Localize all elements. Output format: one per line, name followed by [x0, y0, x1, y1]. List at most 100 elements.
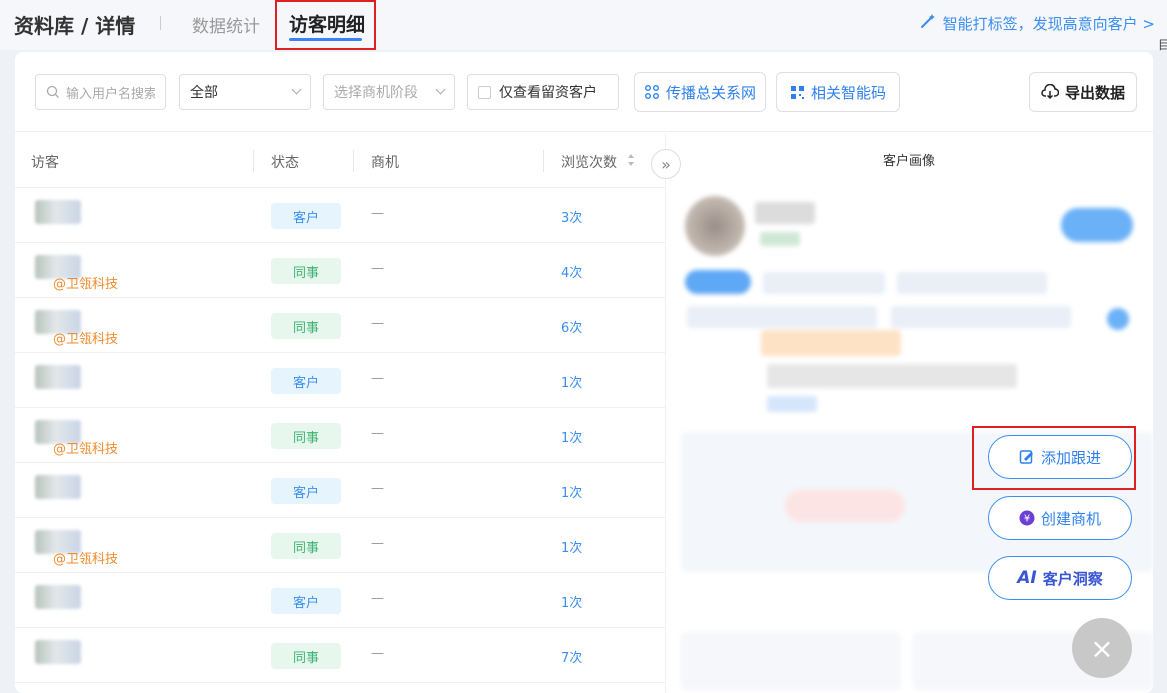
opportunity-value: —: [371, 536, 384, 551]
add-followup-label: 添加跟进: [1040, 448, 1101, 467]
views-count[interactable]: 1次: [561, 372, 582, 391]
smart-code-button[interactable]: 相关智能码: [776, 72, 900, 112]
views-count[interactable]: 1次: [561, 592, 582, 611]
table-row[interactable]: @卫瓴科技 同事 — 6次: [15, 298, 665, 353]
leads-only-checkbox[interactable]: 仅查看留资客户: [467, 74, 619, 110]
opportunity-value: —: [371, 481, 384, 496]
status-badge: 同事: [271, 313, 341, 339]
search-icon: [46, 85, 60, 99]
relation-network-button[interactable]: 传播总关系网: [634, 72, 766, 112]
stage-placeholder: 选择商机阶段: [334, 85, 418, 101]
tab-data-stats[interactable]: 数据统计: [192, 12, 260, 37]
status-badge: 同事: [271, 643, 341, 669]
tag-chip-blur: [891, 306, 1071, 328]
export-data-button[interactable]: 导出数据: [1029, 72, 1137, 112]
column-divider: [353, 150, 354, 172]
checkbox-label: 仅查看留资客户: [499, 85, 597, 101]
highlight-box-tab: [275, 0, 376, 50]
table-row[interactable]: 客户 — 1次: [15, 573, 665, 628]
table-header: 访客 状态 商机 浏览次数: [15, 134, 665, 188]
column-header-opportunity: 商机: [371, 155, 399, 171]
table-row[interactable]: @卫瓴科技 同事 — 4次: [15, 243, 665, 298]
visitor-company: @卫瓴科技: [53, 332, 119, 347]
expand-panel-button[interactable]: »: [651, 149, 681, 179]
opportunity-value: —: [371, 261, 384, 276]
status-badge: 同事: [271, 533, 341, 559]
opportunity-value: —: [371, 646, 384, 661]
tag-chip-blur: [763, 272, 885, 294]
visitor-company: @卫瓴科技: [53, 277, 119, 292]
main-card: 输入用户名搜索 全部 选择商机阶段 仅查看留资客户 传播总关系网 相关智能码 导…: [15, 52, 1153, 693]
visitor-avatar: [35, 640, 81, 664]
chevron-down-icon: [435, 84, 446, 95]
add-link-blur: [767, 396, 817, 412]
tag-chip-blur: [687, 306, 877, 328]
tag-chip-blur: [897, 272, 1047, 294]
edge-glyph: 目: [1158, 38, 1167, 52]
stage-select[interactable]: 选择商机阶段: [323, 74, 455, 110]
create-opportunity-button[interactable]: ¥ 创建商机: [988, 496, 1132, 540]
views-count[interactable]: 1次: [561, 537, 582, 556]
divider: [160, 16, 161, 30]
status-badge: 同事: [271, 258, 341, 284]
checkbox-box[interactable]: [478, 85, 491, 99]
qr-code-icon: [790, 85, 805, 100]
profile-tag-blur: [760, 232, 800, 246]
opportunity-value: —: [371, 591, 384, 606]
add-followup-button[interactable]: 添加跟进: [988, 435, 1132, 479]
column-header-status: 状态: [271, 155, 299, 171]
promo-text: 智能打标签，发现高意向客户 >: [942, 14, 1155, 33]
type-select[interactable]: 全部: [179, 74, 311, 110]
search-input[interactable]: 输入用户名搜索: [35, 74, 166, 110]
status-badge: 客户: [271, 368, 341, 394]
column-header-visitor: 访客: [31, 155, 59, 171]
top-bar: 资料库 / 详情 数据统计 访客明细 智能打标签，发现高意向客户 > 目: [0, 0, 1167, 52]
visitor-table: 访客 状态 商机 浏览次数 客户 — 3次 @卫瓴科技 同事 — 4次 @卫瓴科…: [15, 134, 665, 683]
column-header-views[interactable]: 浏览次数: [561, 152, 617, 172]
views-count[interactable]: 4次: [561, 262, 582, 281]
table-row[interactable]: @卫瓴科技 同事 — 1次: [15, 408, 665, 463]
visitor-avatar: [35, 475, 81, 499]
close-floating-button[interactable]: ×: [1072, 618, 1132, 678]
opportunity-value: —: [371, 371, 384, 386]
opportunity-value: —: [371, 316, 384, 331]
table-row[interactable]: 同事 — 7次: [15, 628, 665, 683]
visitor-avatar: [35, 200, 81, 224]
status-badge: 同事: [271, 423, 341, 449]
profile-avatar: [685, 196, 745, 256]
table-row[interactable]: 客户 — 3次: [15, 188, 665, 243]
views-count[interactable]: 3次: [561, 207, 582, 226]
breadcrumb[interactable]: 资料库 / 详情: [14, 10, 135, 39]
ai-sparkle-icon: AI: [1017, 568, 1037, 588]
smart-tag-promo-link[interactable]: 智能打标签，发现高意向客户 >: [919, 12, 1155, 34]
table-row[interactable]: 客户 — 1次: [15, 353, 665, 408]
panel-divider: [665, 134, 666, 693]
edit-note-icon: [1019, 449, 1035, 465]
views-count[interactable]: 1次: [561, 482, 582, 501]
status-badge: 客户: [271, 478, 341, 504]
opportunity-value: —: [371, 426, 384, 441]
magic-wand-icon: [919, 12, 937, 34]
profile-name-blur: [755, 202, 815, 224]
ai-insight-button[interactable]: AI 客户洞察: [988, 556, 1132, 600]
chevron-down-icon: [291, 84, 302, 95]
export-data-label: 导出数据: [1064, 83, 1125, 102]
smart-code-label: 相关智能码: [810, 83, 886, 102]
sort-icon[interactable]: [627, 153, 635, 171]
views-count[interactable]: 1次: [561, 427, 582, 446]
table-row[interactable]: @卫瓴科技 同事 — 1次: [15, 518, 665, 573]
column-divider: [543, 150, 544, 172]
search-placeholder: 输入用户名搜索: [66, 86, 155, 102]
views-count[interactable]: 6次: [561, 317, 582, 336]
status-badge: 客户: [271, 588, 341, 614]
opportunity-value: —: [371, 206, 384, 221]
bottom-card-blur: [681, 632, 901, 690]
tag-chip-blur: [685, 270, 751, 294]
table-row[interactable]: 客户 — 1次: [15, 463, 665, 518]
column-divider: [253, 150, 254, 172]
profile-title: 客户画像: [883, 154, 936, 169]
visitor-company: @卫瓴科技: [53, 552, 119, 567]
relation-network-label: 传播总关系网: [665, 83, 756, 102]
views-count[interactable]: 7次: [561, 647, 582, 666]
highlight-chip-blur: [761, 330, 901, 356]
